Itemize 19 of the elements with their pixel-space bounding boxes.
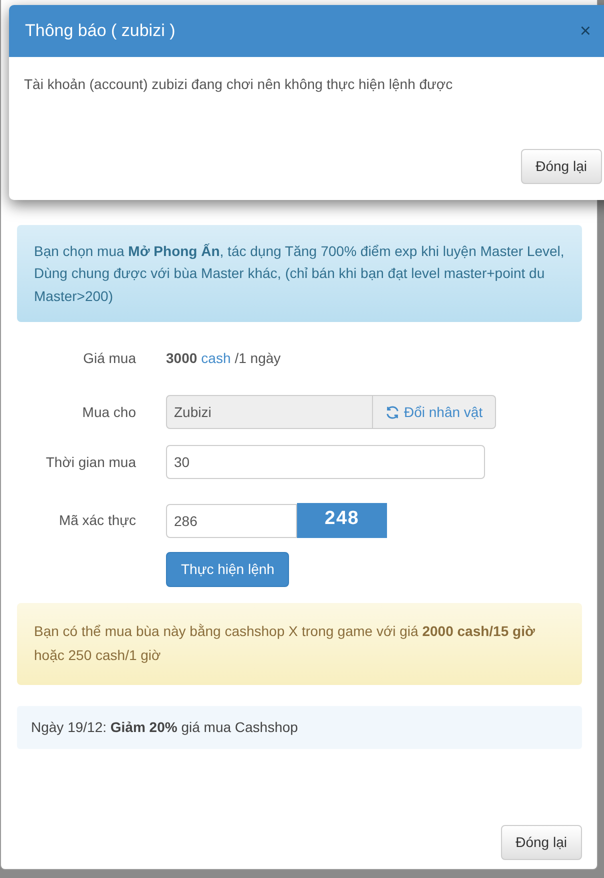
refresh-icon	[385, 404, 400, 420]
duration-field[interactable]: 30	[166, 445, 485, 480]
field-label: Mua cho	[81, 402, 136, 422]
notice-text: Ngày 19/12: Giảm 20% giá mua Cashshop	[17, 706, 582, 749]
captcha-field[interactable]: 286	[166, 504, 297, 538]
dialog-message: Tài khoản (account) zubizi đang chơi nên không thực hiện lệnh được	[24, 75, 454, 94]
price-period: /1 ngày	[234, 349, 281, 368]
close-button[interactable]: Đóng lại	[500, 824, 582, 860]
captcha-image: 248	[297, 503, 387, 538]
cash-link[interactable]: cash	[201, 348, 231, 370]
close-button[interactable]: Đóng lại	[520, 149, 602, 184]
field-label: Thời gian mua	[44, 452, 136, 472]
dialog-title: Thông báo ( zubizi )	[25, 20, 176, 42]
info-alert: Bạn chọn mua Mở Phong Ấn, tác dụng Tăng 700% điểm exp khi luyện Master Level, Dùng chung được với bùa Master khác, (chỉ bán khi bạn đạt level master+point du Master>200)	[17, 225, 582, 322]
field-label: Giá mua	[82, 349, 136, 368]
warning-alert: Bạn có thể mua bùa này bằng cashshop X trong game với giá 2000 cash/15 giờ hoặc 250 cash/1 giờ	[17, 603, 582, 685]
field-label: Mã xác thực	[58, 511, 136, 530]
price-amount: 3000	[166, 349, 198, 368]
submit-button[interactable]: Thực hiện lệnh	[166, 552, 290, 588]
